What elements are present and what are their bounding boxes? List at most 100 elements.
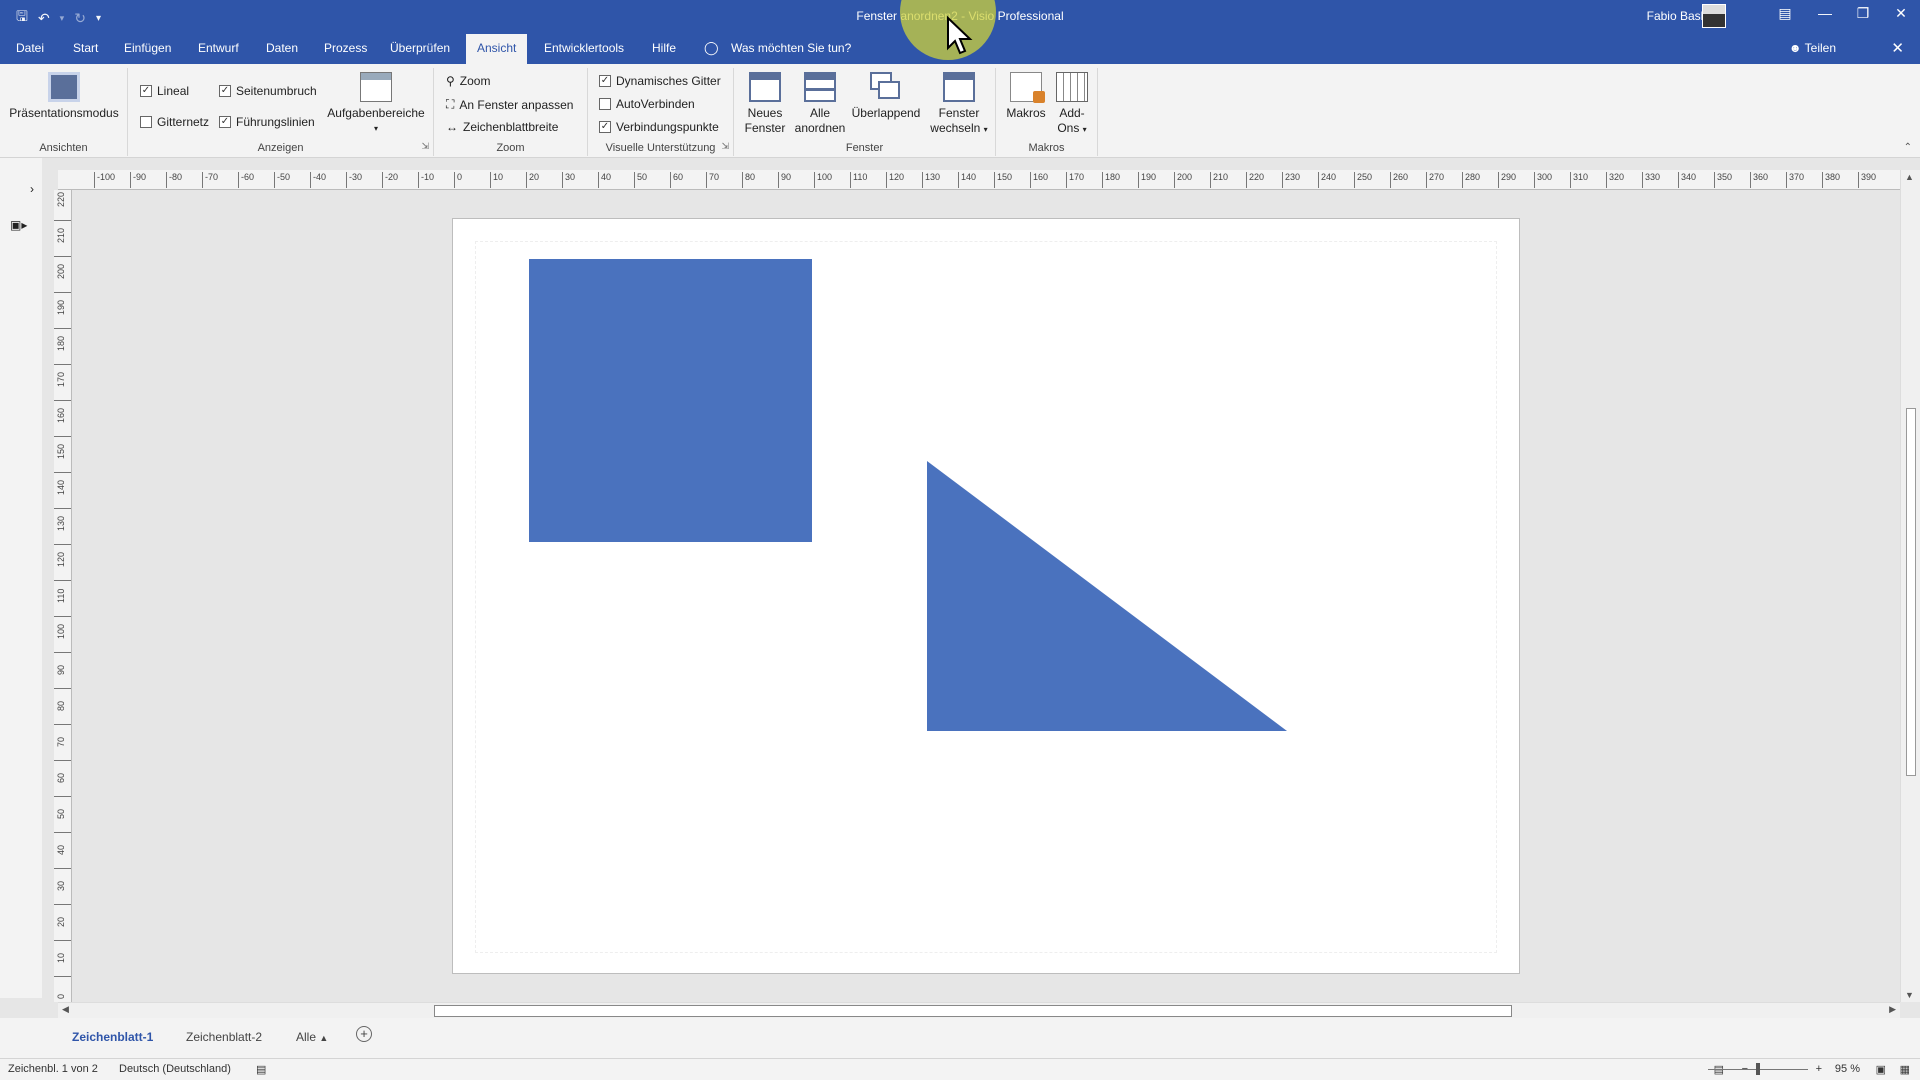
expand-pane-icon[interactable]: › (30, 182, 34, 196)
cascade-button[interactable]: Überlappend (848, 72, 924, 121)
macro-recording-icon[interactable]: ▤ (256, 1063, 266, 1076)
add-sheet-icon[interactable]: + (356, 1026, 372, 1042)
collapse-ribbon-icon[interactable]: ⌃ (1904, 142, 1912, 153)
sheet-tab-2[interactable]: Zeichenblatt-2 (186, 1030, 262, 1044)
fit-to-window-button[interactable]: ⛶ An Fenster anpassen (446, 97, 573, 112)
group-label: Anzeigen (257, 142, 304, 154)
page-count[interactable]: Zeichenbl. 1 von 2 (8, 1063, 98, 1075)
checkbox-gitternetz[interactable]: Gitternetz (140, 115, 209, 129)
drawing-canvas[interactable] (72, 190, 1900, 1002)
tab-ansicht[interactable]: Ansicht (466, 34, 528, 64)
ruler-tick-label: 190 (1138, 172, 1156, 188)
zoom-slider-thumb[interactable] (1756, 1063, 1760, 1075)
ruler-tick-label: 210 (54, 220, 71, 243)
checkbox-seitenumbruch-box[interactable]: ✓ (219, 85, 231, 97)
ruler-tick-label: -60 (238, 172, 254, 188)
tab-entwicklertools[interactable]: Entwicklertools (544, 41, 624, 55)
scroll-left-icon[interactable]: ◀ (62, 1004, 69, 1015)
vertical-ruler[interactable]: 220 210 200 190 180 170 160 150 140 130 120 110 100 9… (54, 190, 72, 1002)
add-ons-label-2: Ons ▾ (1057, 121, 1087, 135)
checkbox-autoconnect[interactable]: AutoVerbinden (599, 97, 695, 111)
switch-window-icon (943, 72, 975, 102)
tab-ueberpruefen[interactable]: Überprüfen (390, 41, 450, 55)
zoom-button[interactable]: ⚲ Zoom (446, 74, 490, 88)
tab-hilfe[interactable]: Hilfe (652, 41, 676, 55)
avatar[interactable] (1702, 4, 1726, 28)
vertical-scrollbar[interactable]: ▲ ▼ (1900, 170, 1920, 1002)
scroll-right-icon[interactable]: ▶ (1889, 1004, 1896, 1015)
checkbox-gitternetz-box[interactable] (140, 116, 152, 128)
checkbox-connection-points-box[interactable]: ✓ (599, 121, 611, 133)
fit-page-icon[interactable]: ▣ (1876, 1063, 1886, 1076)
checkbox-connection-points[interactable]: ✓ Verbindungspunkte (599, 120, 719, 134)
sheet-tab-all[interactable]: Alle ▲ (296, 1030, 328, 1044)
scroll-down-icon[interactable]: ▼ (1905, 990, 1914, 1000)
checkbox-autoconnect-box[interactable] (599, 98, 611, 110)
checkbox-fuehrungslinien-box[interactable]: ✓ (219, 116, 231, 128)
group-fenster: Neues Fenster Alle anordnen Überlappend … (734, 68, 996, 156)
ruler-tick-label: 230 (1282, 172, 1300, 188)
vertical-scroll-thumb[interactable] (1906, 408, 1916, 776)
ruler-tick-label: 310 (1570, 172, 1588, 188)
share-button[interactable]: ☻ Teilen (1789, 41, 1836, 55)
tell-me-search[interactable]: Was möchten Sie tun? (731, 41, 851, 55)
zoom-in-icon[interactable]: + (1816, 1063, 1822, 1075)
close-document-icon[interactable]: ✕ (1891, 39, 1904, 57)
tab-start[interactable]: Start (73, 41, 98, 55)
checkbox-connection-points-label: Verbindungspunkte (616, 120, 719, 134)
fit-window-icon: ⛶ (446, 97, 455, 111)
minimize-icon[interactable]: — (1808, 5, 1842, 21)
shapes-icon[interactable]: ▣▸ (10, 218, 27, 232)
scroll-up-icon[interactable]: ▲ (1905, 172, 1914, 182)
checkbox-seitenumbruch[interactable]: ✓ Seitenumbruch (219, 84, 317, 98)
ruler-tick-label: 170 (1066, 172, 1084, 188)
drawing-page[interactable] (452, 218, 1520, 974)
task-panes-icon (360, 72, 392, 102)
triangle-polygon[interactable] (927, 461, 1287, 731)
ruler-tick-label: -20 (382, 172, 398, 188)
zoom-level[interactable]: 95 % (1835, 1063, 1860, 1075)
ribbon: Präsentationsmodus Ansichten ✓ Lineal Git… (0, 64, 1920, 158)
shape-square[interactable] (529, 259, 812, 542)
new-window-button[interactable]: Neues Fenster (738, 72, 792, 136)
page-width-label: Zeichenblattbreite (463, 120, 559, 134)
ruler-tick-label: 240 (1318, 172, 1336, 188)
shape-right-triangle[interactable] (927, 461, 1287, 731)
dialog-launcher-icon[interactable]: ⇲ (421, 141, 429, 152)
presentation-mode-button[interactable]: Präsentationsmodus (8, 72, 120, 121)
ruler-tick-label: -80 (166, 172, 182, 188)
checkbox-lineal-box[interactable]: ✓ (140, 85, 152, 97)
horizontal-scroll-thumb[interactable] (434, 1005, 1512, 1017)
macros-button[interactable]: Makros (1004, 72, 1048, 121)
page-width-button[interactable]: ↔ Zeichenblattbreite (446, 120, 558, 134)
ruler-tick-label: 70 (54, 724, 71, 747)
ruler-tick-label: 20 (54, 904, 71, 927)
ribbon-display-options-icon[interactable]: ▤ (1768, 5, 1802, 22)
language[interactable]: Deutsch (Deutschland) (119, 1063, 231, 1075)
ruler-tick-label: -50 (274, 172, 290, 188)
horizontal-ruler[interactable]: -100 -90 -80 -70 -60 -50 -40 -30 -20 -10 0 10 20 30 40… (58, 170, 1900, 190)
tab-datei[interactable]: Datei (16, 41, 44, 55)
checkbox-gitternetz-label: Gitternetz (157, 115, 210, 129)
arrange-all-button[interactable]: Alle anordnen (792, 72, 848, 136)
switch-windows-icon[interactable]: ▦ (1900, 1063, 1910, 1076)
tab-einfuegen[interactable]: Einfügen (124, 41, 171, 55)
switch-window-button[interactable]: Fenster wechseln ▾ (924, 72, 994, 137)
add-ons-button[interactable]: Add- Ons ▾ (1050, 72, 1094, 137)
sheet-tab-1[interactable]: Zeichenblatt-1 (72, 1030, 153, 1044)
ruler-tick-label: 300 (1534, 172, 1552, 188)
checkbox-dynamic-grid-box[interactable]: ✓ (599, 75, 611, 87)
task-panes-button[interactable]: Aufgabenbereiche ▾ (324, 72, 428, 136)
tab-daten[interactable]: Daten (266, 41, 298, 55)
checkbox-dynamic-grid[interactable]: ✓ Dynamisches Gitter (599, 74, 721, 88)
tab-entwurf[interactable]: Entwurf (198, 41, 239, 55)
ruler-tick-label: 130 (922, 172, 940, 188)
horizontal-scrollbar[interactable]: ◀ ▶ (58, 1002, 1900, 1018)
tab-prozess[interactable]: Prozess (324, 41, 367, 55)
checkbox-fuehrungslinien[interactable]: ✓ Führungslinien (219, 115, 315, 129)
close-icon[interactable]: ✕ (1884, 5, 1918, 22)
dialog-launcher-icon[interactable]: ⇲ (721, 141, 729, 152)
restore-icon[interactable]: ❐ (1846, 5, 1880, 22)
checkbox-lineal[interactable]: ✓ Lineal (140, 84, 189, 98)
checkbox-autoconnect-label: AutoVerbinden (616, 97, 695, 111)
